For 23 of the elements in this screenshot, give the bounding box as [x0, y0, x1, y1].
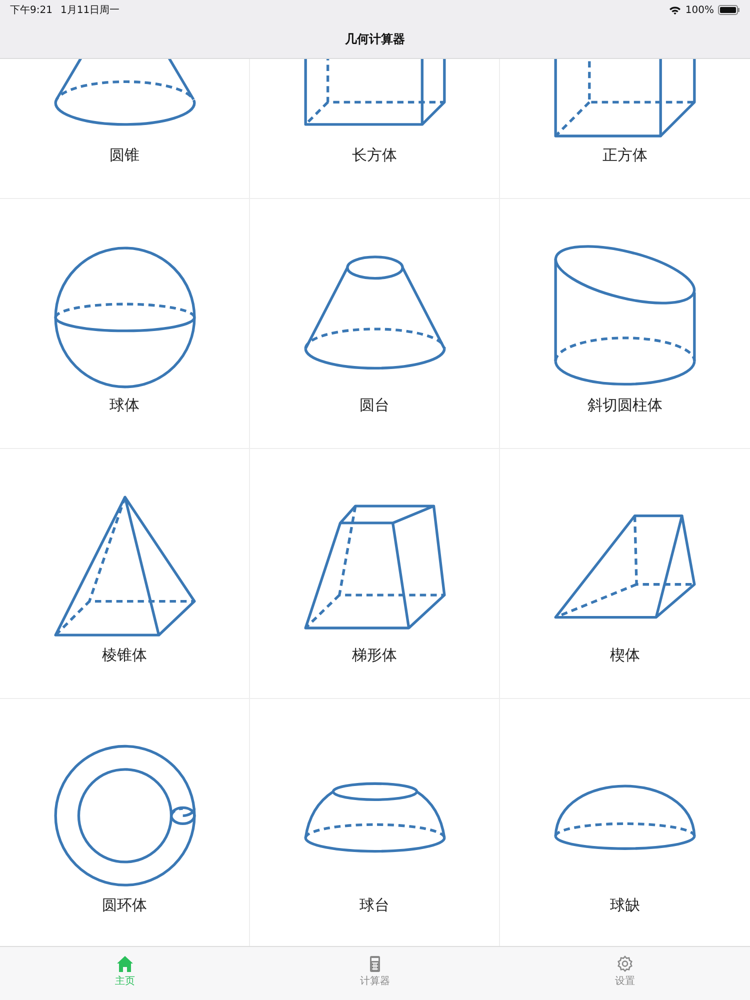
- shape-label: 球体: [110, 396, 140, 415]
- shape-label: 球台: [360, 896, 390, 915]
- shape-label: 长方体: [352, 146, 397, 165]
- shape-label: 圆台: [360, 396, 390, 415]
- shape-label: 梯形体: [352, 646, 397, 665]
- shape-label: 斜切圆柱体: [588, 396, 662, 415]
- shape-label: 正方体: [602, 146, 648, 165]
- tab[interactable]: 计算器: [250, 947, 500, 1000]
- status-time: 下午9:21: [10, 4, 52, 17]
- home-icon: [116, 955, 134, 973]
- shape-label: 棱锥体: [102, 646, 147, 665]
- shape-label: 圆环体: [102, 896, 147, 915]
- tab[interactable]: 设置: [500, 947, 750, 1000]
- wifi-icon: [669, 6, 682, 14]
- battery-icon: [718, 5, 740, 15]
- shape-label: 楔体: [610, 646, 640, 665]
- shape-label: 球缺: [610, 896, 640, 915]
- nav-title: 几何计算器: [345, 30, 405, 48]
- settings-icon: [616, 955, 634, 973]
- battery-percent: 100%: [685, 4, 714, 16]
- shape-label: 圆锥: [110, 146, 140, 165]
- status-date: 1月11日周一: [60, 4, 120, 17]
- tab[interactable]: 主页: [0, 947, 250, 1000]
